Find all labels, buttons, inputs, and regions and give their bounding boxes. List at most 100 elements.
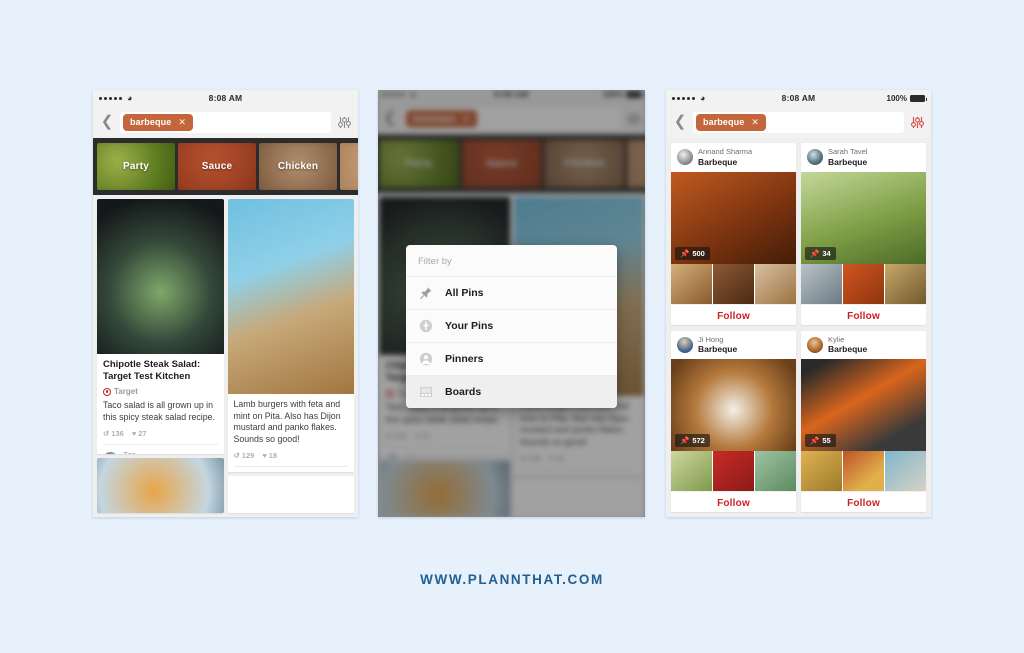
filter-button[interactable] [336,115,352,130]
board-thumb [713,263,754,304]
board-thumb [885,451,926,492]
category-strip: Party Sauce Chicken [93,138,358,195]
search-token-barbeque[interactable]: barbeque ✕ [123,113,193,131]
follow-button[interactable]: Follow [671,491,796,512]
pin-count-badge: 📌 55 [805,434,836,448]
pin-card[interactable]: Chipotle Steak Salad: Target Test Kitche… [97,199,224,454]
board-thumb [755,263,796,304]
search-input[interactable]: barbeque ✕ [693,111,904,133]
sliders-icon [910,116,924,128]
board-name: Barbeque [698,344,738,355]
avatar [103,452,118,454]
board-cover-image: 📌 572 [671,359,796,452]
board-header[interactable]: Ji Hong Barbeque [671,331,796,360]
category-thumb [340,143,358,190]
filter-item-label: Your Pins [445,320,494,332]
pin-likes: ♥ 18 [262,450,278,460]
board-column-left: Annand Sharma Barbeque 📌 500 Follow Ji H… [671,143,796,512]
battery-icon [910,94,927,102]
filter-item-pinners[interactable]: Pinners [406,343,617,376]
board-card[interactable]: Ji Hong Barbeque 📌 572 Follow [671,330,796,512]
board-card[interactable]: Sarah Tavel Barbeque 📌 34 Follow [801,143,926,325]
repin-icon: ↺ [233,450,240,460]
follow-button[interactable]: Follow [801,491,926,512]
pin-card[interactable] [227,476,354,513]
category-partial[interactable] [340,143,358,190]
board-card[interactable]: Annand Sharma Barbeque 📌 500 Follow [671,143,796,325]
board-card[interactable]: Kylie Barbeque 📌 55 Follow [801,330,926,512]
board-thumb [713,451,754,492]
pin-body: Chipotle Steak Salad: Target Test Kitche… [97,354,224,454]
chevron-left-icon[interactable]: ❮ [672,114,688,130]
heart-icon: ♥ [262,450,267,460]
pin-user-name: Charlie Hale [254,472,313,473]
target-bullseye-icon [103,387,111,396]
board-thumb [671,263,712,304]
avatar [807,149,823,166]
board-grid: Annand Sharma Barbeque 📌 500 Follow Ji H… [666,138,931,517]
board-name: Barbeque [828,156,868,167]
pin-title: Chipotle Steak Salad: Target Test Kitche… [103,359,201,383]
pin-attribution[interactable]: Zoe On the Grill [103,443,218,454]
category-sauce[interactable]: Sauce [178,143,256,190]
follow-button[interactable]: Follow [801,303,926,325]
filter-item-label: All Pins [445,287,484,299]
person-circle-icon [418,351,434,367]
category-label: Chicken [277,161,319,172]
pin-card[interactable] [97,457,224,513]
filter-button[interactable] [909,115,925,130]
pin-attribution[interactable]: Charlie Hale Burger Recipes [233,465,348,473]
filter-item-your-pins[interactable]: Your Pins [406,310,617,343]
search-token-barbeque[interactable]: barbeque ✕ [696,113,766,131]
board-thumbnails [801,263,926,304]
board-thumb [885,263,926,304]
search-token-label: barbeque [130,117,172,127]
pin-card[interactable]: Lamb burgers with feta and mint on Pita.… [227,199,354,473]
filter-item-boards[interactable]: Boards [406,376,617,408]
avatar [677,336,693,353]
pin-repins: ↺ 136 [103,428,124,438]
boards-grid-icon [418,384,434,400]
filter-item-label: Boards [445,386,482,398]
follow-button[interactable]: Follow [671,303,796,325]
status-bar: ◕ 8:08 AM [93,90,358,106]
avatar [807,336,823,353]
board-thumbnails [671,263,796,304]
pin-stats: ↺ 129 ♥ 18 [234,451,349,460]
footer-url: WWW.PLANNTHAT.COM [420,572,604,587]
pin-description: Taco salad is all grown up in this spicy… [103,400,215,422]
pin-icon: 📌 [810,436,820,446]
search-input[interactable]: barbeque ✕ [120,111,331,133]
category-chicken[interactable]: Chicken [259,143,337,190]
board-cover-image: 📌 34 [801,171,926,264]
heart-icon: ♥ [131,428,137,438]
board-header[interactable]: Sarah Tavel Barbeque [801,143,926,172]
board-cover-image: 📌 500 [671,171,796,264]
filter-menu-heading: Filter by [406,245,617,277]
chevron-left-icon[interactable]: ❮ [99,114,115,130]
board-header[interactable]: Annand Sharma Barbeque [671,143,796,172]
status-bar: ◕ 8:08 AM 100% [666,90,931,106]
pin-icon: 📌 [810,248,820,258]
board-cover-image: 📌 55 [801,359,926,452]
filter-item-all-pins[interactable]: All Pins [406,277,617,310]
search-bar: ❮ barbeque ✕ [93,106,358,138]
avatar [677,149,693,166]
board-column-right: Sarah Tavel Barbeque 📌 34 Follow Kylie B… [801,143,926,512]
category-party[interactable]: Party [97,143,175,190]
pin-source[interactable]: Target [103,387,218,396]
filter-menu: Filter by All Pins Your Pins Pinners Boa… [406,245,617,408]
pin-count: 572 [692,436,705,446]
pin-column-right: Lamb burgers with feta and mint on Pita.… [227,199,354,513]
phone-screen-filter-overlay: ◕ 8:08 AM 100% ❮ barbeque ✕ Party Sauce … [378,90,645,517]
category-label: Party [122,161,149,172]
filter-item-label: Pinners [445,353,484,365]
board-header[interactable]: Kylie Barbeque [801,331,926,360]
close-icon[interactable]: ✕ [178,117,186,128]
close-icon[interactable]: ✕ [751,117,759,128]
board-thumb [801,451,842,492]
category-label: Sauce [201,161,233,172]
board-thumb [755,451,796,492]
pin-count: 500 [692,248,705,258]
pin-likes: ♥ 27 [131,428,147,438]
